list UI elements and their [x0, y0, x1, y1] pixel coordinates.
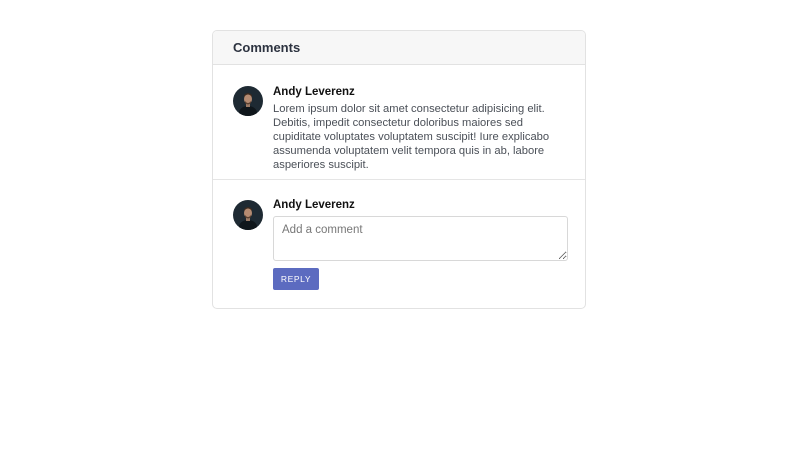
avatar — [233, 86, 263, 116]
comment-item: Andy Leverenz Lorem ipsum dolor sit amet… — [213, 65, 585, 180]
avatar — [233, 200, 263, 230]
reply-author: Andy Leverenz — [273, 199, 355, 211]
card-title: Comments — [233, 40, 301, 55]
user-avatar-icon — [233, 200, 263, 230]
comment-textarea[interactable] — [273, 216, 568, 261]
reply-form: Andy Leverenz REPLY — [213, 180, 585, 308]
card-header: Comments — [213, 31, 585, 65]
comments-card: Comments Andy Leverenz Lorem ipsum dolor… — [212, 30, 586, 309]
user-avatar-icon — [233, 86, 263, 116]
reply-button[interactable]: REPLY — [273, 268, 319, 290]
comment-author: Andy Leverenz — [273, 86, 355, 98]
comment-body: Lorem ipsum dolor sit amet consectetur a… — [273, 103, 550, 171]
